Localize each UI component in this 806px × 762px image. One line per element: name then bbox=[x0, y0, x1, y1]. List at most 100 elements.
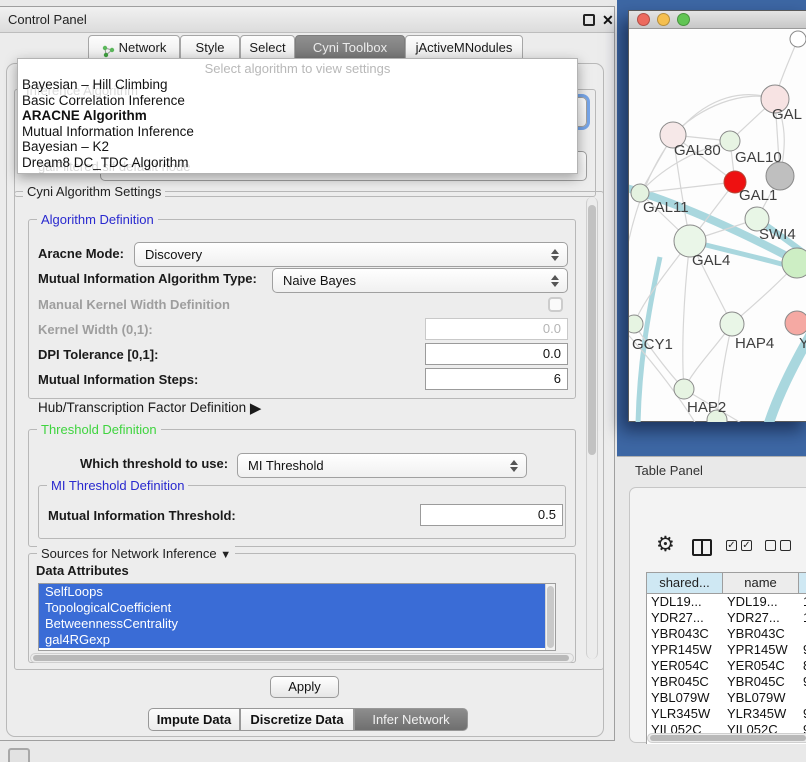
attribute-item[interactable]: BetweennessCentrality bbox=[39, 616, 545, 632]
gear-icon[interactable]: ⚙ bbox=[656, 534, 675, 555]
node-label: GAL10 bbox=[735, 149, 782, 166]
node-label: Y bbox=[799, 335, 806, 352]
table-cell: 13 bbox=[799, 594, 806, 610]
network-node[interactable] bbox=[720, 312, 744, 336]
hub-definition-toggle[interactable]: Hub/Transcription Factor Definition ▶ bbox=[38, 400, 261, 416]
network-view-window[interactable]: GALGAL80GAL10GAL1GAL11SWI4GAL4GCY1HAP4YH… bbox=[628, 10, 806, 422]
close-traffic-light-icon[interactable] bbox=[637, 13, 650, 26]
table-row[interactable]: YPR145WYPR145W9. bbox=[647, 642, 806, 658]
algorithm-option[interactable]: Mutual Information Inference bbox=[18, 124, 577, 140]
bottom-tab-discretize-data[interactable]: Discretize Data bbox=[240, 708, 354, 731]
table-cell: YDL19... bbox=[647, 594, 723, 610]
checked-checkbox-icon[interactable]: ✓ bbox=[726, 540, 737, 551]
table-row[interactable]: YDR27...YDR27...12 bbox=[647, 610, 806, 626]
column-header[interactable]: name bbox=[723, 573, 799, 594]
table-row[interactable]: YLR345WYLR345W9. bbox=[647, 706, 806, 722]
attributes-hscrollbar[interactable] bbox=[30, 653, 574, 663]
network-node[interactable] bbox=[766, 162, 794, 190]
data-attributes-list[interactable]: SelfLoopsTopologicalCoefficientBetweenne… bbox=[38, 583, 556, 651]
which-threshold-value: MI Threshold bbox=[248, 458, 324, 473]
manual-kernel-checkbox[interactable] bbox=[548, 297, 563, 312]
table-row[interactable]: YER054CYER054C8. bbox=[647, 658, 806, 674]
settings-scrollbar-thumb[interactable] bbox=[588, 205, 596, 455]
table-cell: 9. bbox=[799, 722, 806, 733]
table-hscrollbar[interactable] bbox=[647, 733, 806, 743]
kernel-width-field[interactable]: 0.0 bbox=[425, 318, 568, 340]
attributes-hscrollbar-thumb[interactable] bbox=[33, 655, 569, 661]
network-edge[interactable] bbox=[673, 96, 775, 135]
algorithm-option[interactable]: Bayesian – K2 bbox=[18, 139, 577, 155]
table-row[interactable]: YBR045CYBR045C9. bbox=[647, 674, 806, 690]
minimize-traffic-light-icon[interactable] bbox=[657, 13, 670, 26]
apply-button[interactable]: Apply bbox=[270, 676, 339, 698]
expand-arrow-icon[interactable]: ▶ bbox=[250, 400, 262, 417]
unchecked-checkbox-icon[interactable] bbox=[765, 540, 776, 551]
cyni-settings-title: Cyni Algorithm Settings bbox=[23, 184, 165, 199]
window-title: Control Panel bbox=[8, 7, 87, 33]
table-cell: YPR145W bbox=[647, 642, 723, 658]
settings-scrollbar[interactable] bbox=[586, 197, 598, 659]
table-cell: YIL052C bbox=[647, 722, 723, 733]
table-row[interactable]: YBR043CYBR043C bbox=[647, 626, 806, 642]
split-columns-icon[interactable] bbox=[692, 539, 712, 556]
table-cell: YBL079W bbox=[723, 690, 799, 706]
column-header[interactable]: shared... bbox=[647, 573, 723, 594]
network-node[interactable] bbox=[790, 31, 806, 47]
attributes-scrollbar-thumb[interactable] bbox=[547, 586, 554, 648]
algorithm-option[interactable]: Bayesian – Hill Climbing bbox=[18, 77, 577, 93]
attribute-item[interactable]: TopologicalCoefficient bbox=[39, 600, 545, 616]
algorithm-option[interactable]: Basic Correlation Inference bbox=[18, 93, 577, 109]
attribute-item[interactable]: SelfLoops bbox=[39, 584, 545, 600]
network-edge[interactable] bbox=[640, 182, 735, 193]
table-cell bbox=[799, 690, 806, 706]
attribute-item[interactable]: gal4RGexp bbox=[39, 632, 545, 648]
network-node[interactable] bbox=[782, 248, 806, 278]
aracne-mode-combobox[interactable]: Discovery bbox=[134, 242, 568, 267]
zoom-traffic-light-icon[interactable] bbox=[677, 13, 690, 26]
network-node[interactable] bbox=[629, 315, 643, 333]
table-row[interactable]: YBL079WYBL079W bbox=[647, 690, 806, 706]
network-canvas[interactable]: GALGAL80GAL10GAL1GAL11SWI4GAL4GCY1HAP4YH… bbox=[629, 29, 806, 422]
node-label: HAP2 bbox=[687, 399, 726, 416]
network-node[interactable] bbox=[720, 131, 740, 151]
table-hscrollbar-thumb[interactable] bbox=[650, 735, 806, 741]
bottom-tab-infer-network[interactable]: Infer Network bbox=[354, 708, 468, 731]
node-table[interactable]: shared...name YDL19...YDL19...13YDR27...… bbox=[646, 572, 806, 744]
unchecked-checkbox-icon[interactable] bbox=[780, 540, 791, 551]
mi-algorithm-type-value: Naive Bayes bbox=[283, 273, 356, 288]
control-panel-titlebar[interactable]: Control Panel ✕ bbox=[0, 7, 614, 33]
node-label: GAL80 bbox=[674, 142, 721, 159]
mi-steps-field[interactable]: 6 bbox=[425, 368, 568, 390]
threshold-definition-title: Threshold Definition bbox=[37, 422, 161, 437]
network-graph[interactable]: GALGAL80GAL10GAL1GAL11SWI4GAL4GCY1HAP4YH… bbox=[629, 29, 806, 422]
which-threshold-combobox[interactable]: MI Threshold bbox=[237, 453, 527, 478]
table-cell: YPR145W bbox=[723, 642, 799, 658]
algorithm-option[interactable]: Dream8 DC_TDC Algorithm bbox=[18, 155, 577, 171]
docked-panel-icon[interactable] bbox=[8, 748, 30, 762]
table-row[interactable]: YDL19...YDL19...13 bbox=[647, 594, 806, 610]
table-row[interactable]: YIL052CYIL052C9. bbox=[647, 722, 806, 733]
mi-threshold-field[interactable]: 0.5 bbox=[420, 504, 563, 526]
attributes-scrollbar[interactable] bbox=[545, 584, 555, 650]
table-body: YDL19...YDL19...13YDR27...YDR27...12YBR0… bbox=[647, 594, 806, 733]
network-node[interactable] bbox=[674, 379, 694, 399]
which-threshold-label: Which threshold to use: bbox=[80, 456, 228, 472]
sources-title[interactable]: Sources for Network Inference ▼ bbox=[37, 546, 235, 561]
checked-checkbox-icon[interactable]: ✓ bbox=[741, 540, 752, 551]
table-cell: YLR345W bbox=[723, 706, 799, 722]
network-window-titlebar[interactable] bbox=[629, 11, 806, 29]
dpi-tolerance-field[interactable]: 0.0 bbox=[425, 343, 568, 365]
algorithm-dropdown-popup: Inference Algorithm galFiltered.sif defa… bbox=[17, 58, 578, 174]
algorithm-option[interactable]: ARACNE Algorithm bbox=[18, 108, 577, 124]
table-cell: YBL079W bbox=[647, 690, 723, 706]
float-window-icon[interactable] bbox=[583, 14, 595, 26]
network-edge[interactable] bbox=[683, 241, 690, 389]
aracne-mode-value: Discovery bbox=[145, 247, 202, 262]
bottom-tab-impute-data[interactable]: Impute Data bbox=[148, 708, 240, 731]
collapse-arrow-icon[interactable]: ▼ bbox=[220, 549, 231, 561]
network-node[interactable] bbox=[785, 311, 806, 335]
column-header[interactable] bbox=[799, 573, 806, 594]
mi-algorithm-type-combobox[interactable]: Naive Bayes bbox=[272, 268, 568, 293]
aracne-mode-label: Aracne Mode: bbox=[38, 246, 124, 262]
close-icon[interactable]: ✕ bbox=[602, 14, 614, 26]
